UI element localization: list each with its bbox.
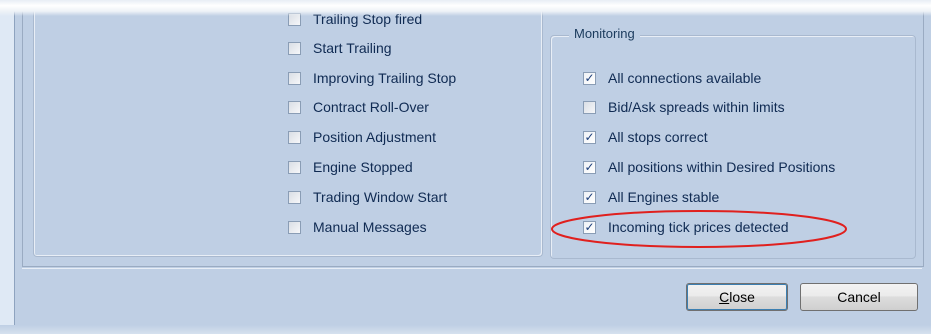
option-label: Bid/Ask spreads within limits [608,99,785,115]
option-start-trailing[interactable]: Start Trailing [288,38,392,58]
option-label: All Engines stable [608,189,720,205]
option-engine-stopped[interactable]: Engine Stopped [288,157,413,177]
option-manual-messages[interactable]: Manual Messages [288,217,427,237]
checkbox[interactable]: ✓ [583,190,596,204]
option-label: All positions within Desired Positions [608,159,836,175]
checkbox[interactable] [288,190,301,204]
monitor-all-connections-available[interactable]: ✓ All connections available [583,68,761,88]
checkbox[interactable] [288,41,301,55]
checkbox[interactable]: ✓ [583,130,596,144]
monitoring-legend: Monitoring [569,26,640,41]
option-label: Trading Window Start [313,189,448,205]
monitor-bid-ask-spreads[interactable]: Bid/Ask spreads within limits [583,97,785,117]
checkbox[interactable] [288,100,301,114]
option-position-adjustment[interactable]: Position Adjustment [288,127,436,147]
window-bottom-border [0,325,931,334]
option-label: All stops correct [608,129,708,145]
check-icon: ✓ [584,130,595,144]
monitor-incoming-tick-prices[interactable]: ✓ Incoming tick prices detected [583,217,789,237]
monitor-all-positions-within-desired[interactable]: ✓ All positions within Desired Positions [583,157,835,177]
check-icon: ✓ [584,71,595,85]
option-label: Manual Messages [313,219,427,235]
checkbox[interactable] [288,220,301,234]
option-label: Incoming tick prices detected [608,219,789,235]
checkbox[interactable]: ✓ [583,160,596,174]
divider [22,268,922,269]
option-label: Position Adjustment [313,129,436,145]
option-improving-trailing-stop[interactable]: Improving Trailing Stop [288,68,456,88]
monitor-all-stops-correct[interactable]: ✓ All stops correct [583,127,708,147]
frosted-title-edge [0,0,931,16]
option-label: All connections available [608,70,762,86]
option-label: Improving Trailing Stop [313,70,457,86]
option-label: Contract Roll-Over [313,99,429,115]
monitor-all-engines-stable[interactable]: ✓ All Engines stable [583,187,719,207]
option-label: Engine Stopped [313,159,413,175]
close-label: lose [729,289,755,305]
checkbox[interactable] [288,160,301,174]
check-icon: ✓ [584,190,595,204]
checkbox[interactable]: ✓ [583,220,596,234]
cancel-button[interactable]: Cancel [800,283,918,311]
close-mnemonic: C [719,289,730,305]
checkbox[interactable] [583,100,596,114]
checkbox[interactable] [288,71,301,85]
dialog-window: Trailing Stop fired Start Trailing Impro… [0,0,931,334]
check-icon: ✓ [584,220,595,234]
checkbox[interactable]: ✓ [583,71,596,85]
checkbox[interactable] [288,130,301,144]
option-contract-roll-over[interactable]: Contract Roll-Over [288,97,429,117]
option-trading-window-start[interactable]: Trading Window Start [288,187,447,207]
close-button[interactable]: Close [686,283,788,311]
check-icon: ✓ [584,160,595,174]
option-label: Start Trailing [313,40,392,56]
